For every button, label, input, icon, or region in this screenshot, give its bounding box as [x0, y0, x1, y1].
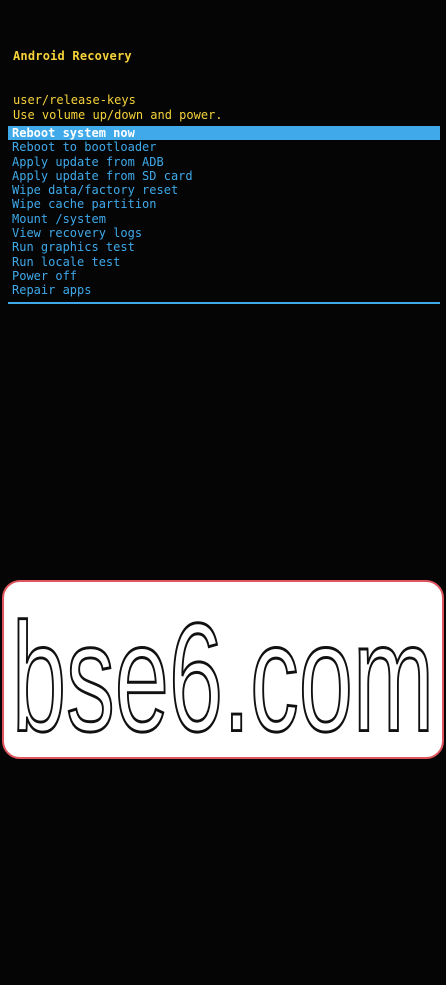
recovery-menu: Reboot system now Reboot to bootloader A…: [8, 126, 440, 298]
menu-item-repair-apps[interactable]: Repair apps: [8, 283, 440, 297]
menu-item-wipe-cache[interactable]: Wipe cache partition: [8, 197, 440, 211]
watermark-text-graphic: bse6.com: [10, 589, 435, 757]
menu-item-reboot-system[interactable]: Reboot system now: [8, 126, 440, 141]
menu-divider: [8, 302, 440, 304]
menu-item-apply-update-sd[interactable]: Apply update from SD card: [8, 169, 440, 183]
menu-item-view-logs[interactable]: View recovery logs: [8, 226, 440, 240]
menu-item-power-off[interactable]: Power off: [8, 269, 440, 283]
recovery-info: user/release-keys Use volume up/down and…: [13, 93, 223, 123]
recovery-screen: Android Recovery user/release-keys Use v…: [0, 0, 446, 985]
menu-item-wipe-data[interactable]: Wipe data/factory reset: [8, 183, 440, 197]
recovery-title: Android Recovery: [13, 49, 132, 63]
menu-item-apply-update-adb[interactable]: Apply update from ADB: [8, 155, 440, 169]
menu-item-mount-system[interactable]: Mount /system: [8, 212, 440, 226]
build-fingerprint: user/release-keys: [13, 93, 136, 107]
watermark-text: bse6.com: [12, 591, 434, 757]
navigation-hint: Use volume up/down and power.: [13, 108, 223, 122]
menu-item-reboot-bootloader[interactable]: Reboot to bootloader: [8, 140, 440, 154]
watermark-banner: bse6.com: [2, 580, 444, 759]
menu-item-graphics-test[interactable]: Run graphics test: [8, 240, 440, 254]
menu-item-locale-test[interactable]: Run locale test: [8, 255, 440, 269]
